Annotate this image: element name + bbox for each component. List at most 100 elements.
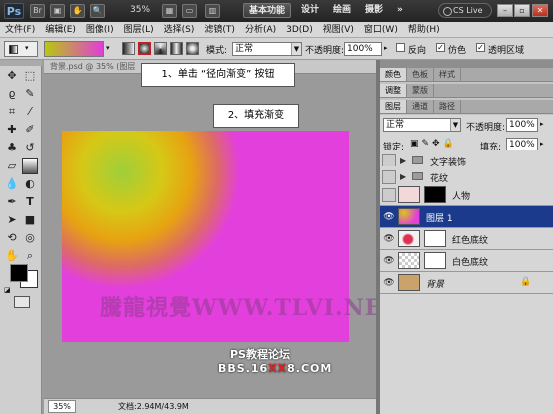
eye-icon[interactable]: 👁: [383, 255, 395, 267]
menu-file[interactable]: 文件(F): [0, 22, 40, 37]
quick-mask-icon[interactable]: [14, 296, 30, 308]
tab-color[interactable]: 颜色: [380, 68, 407, 81]
tab-masks[interactable]: 蒙版: [407, 84, 434, 97]
menu-help[interactable]: 帮助(H): [403, 22, 445, 37]
marquee-tool-icon[interactable]: ⬚: [22, 68, 38, 84]
eye-icon[interactable]: 👁: [383, 233, 395, 245]
panel-dock-header[interactable]: [380, 60, 553, 68]
crop-tool-icon[interactable]: ⌗: [4, 104, 20, 120]
linear-gradient-button[interactable]: [122, 42, 135, 55]
brush-tool-icon[interactable]: ✐: [22, 122, 38, 138]
hand-icon[interactable]: ✋: [70, 4, 85, 18]
3d-camera-tool-icon[interactable]: ◎: [22, 230, 38, 246]
opacity-slider-icon[interactable]: ▸: [540, 120, 544, 128]
eye-icon[interactable]: 👁: [383, 211, 395, 223]
panel-dock: 颜色 色板 样式 调整 蒙版 图层 通道 路径 正常 ▼ 不透明度: 100% …: [380, 60, 553, 414]
tools-panel-header[interactable]: [0, 60, 42, 66]
tools-panel: ✥ ⬚ ϱ ✎ ⌗ ⁄ ✚ ✐ ♣ ↺ ▱ 💧 ◐ ✒ T ➤ ■ ⟲ ◎ ✋ …: [0, 60, 42, 414]
workspace-painting[interactable]: 绘画: [328, 3, 356, 18]
tab-paths[interactable]: 路径: [434, 100, 461, 113]
mode-select[interactable]: 正常 ▼: [232, 42, 302, 56]
layer-row-white-pattern[interactable]: 👁 白色底纹: [380, 250, 553, 272]
zoom-tool-icon[interactable]: ⌕: [22, 248, 38, 264]
history-brush-tool-icon[interactable]: ↺: [22, 140, 38, 156]
healing-tool-icon[interactable]: ✚: [4, 122, 20, 138]
gradient-picker[interactable]: [44, 41, 104, 57]
opacity-slider-icon[interactable]: ▸: [384, 44, 388, 52]
workspace-more[interactable]: »: [392, 3, 408, 18]
type-tool-icon[interactable]: T: [22, 194, 38, 210]
visibility-toggle[interactable]: [382, 188, 396, 202]
arrange-documents-icon[interactable]: ▦: [162, 4, 177, 18]
layer-row-person[interactable]: 人物: [380, 184, 553, 206]
eraser-tool-icon[interactable]: ▱: [4, 158, 20, 174]
tab-layers[interactable]: 图层: [380, 100, 407, 113]
workspace-essentials[interactable]: 基本功能: [243, 3, 292, 18]
default-colors-icon[interactable]: ◪: [4, 286, 11, 294]
dither-label: 仿色: [448, 46, 467, 56]
clone-stamp-tool-icon[interactable]: ♣: [4, 140, 20, 156]
workspace-design[interactable]: 设计: [296, 3, 324, 18]
workspace-photography[interactable]: 摄影: [360, 3, 388, 18]
diamond-gradient-button[interactable]: [186, 42, 199, 55]
menu-select[interactable]: 选择(S): [159, 22, 200, 37]
reverse-checkbox[interactable]: [396, 43, 405, 52]
menu-filter[interactable]: 滤镜(T): [199, 22, 240, 37]
tab-swatches[interactable]: 色板: [407, 68, 434, 81]
eye-icon[interactable]: 👁: [383, 277, 395, 289]
reflected-gradient-button[interactable]: [170, 42, 183, 55]
menu-layer[interactable]: 图层(L): [119, 22, 159, 37]
radial-gradient-button[interactable]: [138, 42, 151, 55]
expand-icon[interactable]: ▶: [400, 156, 406, 165]
status-zoom[interactable]: 35%: [48, 400, 76, 413]
fill-slider-icon[interactable]: ▸: [540, 140, 544, 148]
move-tool-icon[interactable]: ✥: [4, 68, 20, 84]
document-info[interactable]: 文档:2.94M/43.9M: [118, 399, 189, 414]
transparency-checkbox[interactable]: ✓: [476, 43, 485, 52]
zoom-icon[interactable]: 🔍: [90, 4, 105, 18]
path-select-tool-icon[interactable]: ➤: [4, 212, 20, 228]
tab-adjustments[interactable]: 调整: [380, 84, 407, 97]
shape-tool-icon[interactable]: ■: [22, 212, 38, 228]
foreground-color-swatch[interactable]: [10, 264, 28, 282]
cs-live-button[interactable]: CS Live: [438, 3, 492, 18]
gradient-tool-icon[interactable]: [22, 158, 38, 174]
menu-window[interactable]: 窗口(W): [359, 22, 403, 37]
grid-extras-icon[interactable]: ▥: [205, 4, 220, 18]
opacity-input[interactable]: 100%: [344, 42, 382, 56]
layer-opacity-input[interactable]: 100%: [506, 118, 538, 132]
expand-icon[interactable]: ▶: [400, 172, 406, 181]
zoom-level[interactable]: 35%: [130, 5, 150, 15]
close-icon[interactable]: ✕: [532, 4, 548, 17]
menu-image[interactable]: 图像(I): [81, 22, 119, 37]
hand-tool-icon[interactable]: ✋: [4, 248, 20, 264]
3d-rotate-tool-icon[interactable]: ⟲: [4, 230, 20, 246]
minimize-icon[interactable]: –: [497, 4, 513, 17]
tab-styles[interactable]: 样式: [434, 68, 461, 81]
layer-row-red-pattern[interactable]: 👁 红色底纹: [380, 228, 553, 250]
launch-minibridge-icon[interactable]: ▣: [50, 4, 65, 18]
gradient-dropdown-icon[interactable]: ▾: [106, 44, 110, 52]
dodge-tool-icon[interactable]: ◐: [22, 176, 38, 192]
tab-channels[interactable]: 通道: [407, 100, 434, 113]
tool-preset-picker[interactable]: ▾: [4, 41, 38, 57]
menu-analysis[interactable]: 分析(A): [240, 22, 281, 37]
screen-mode-icon[interactable]: ▭: [182, 4, 197, 18]
menu-3d[interactable]: 3D(D): [281, 22, 318, 37]
launch-bridge-icon[interactable]: Br: [30, 4, 45, 18]
dither-checkbox[interactable]: ✓: [436, 43, 445, 52]
menu-edit[interactable]: 编辑(E): [40, 22, 81, 37]
eyedropper-tool-icon[interactable]: ⁄: [22, 104, 38, 120]
layer-row-background[interactable]: 👁 背景 🔒: [380, 272, 553, 294]
lasso-tool-icon[interactable]: ϱ: [4, 86, 20, 102]
lock-icons[interactable]: ▣✎✥🔒: [410, 139, 457, 149]
pen-tool-icon[interactable]: ✒: [4, 194, 20, 210]
angle-gradient-button[interactable]: [154, 42, 167, 55]
layer-row-layer1[interactable]: 👁 图层 1: [380, 206, 553, 228]
blend-mode-select[interactable]: 正常 ▼: [383, 118, 461, 132]
restore-icon[interactable]: ▫: [514, 4, 530, 17]
visibility-toggle[interactable]: [382, 170, 396, 184]
menu-view[interactable]: 视图(V): [318, 22, 359, 37]
blur-tool-icon[interactable]: 💧: [4, 176, 20, 192]
quick-select-tool-icon[interactable]: ✎: [22, 86, 38, 102]
